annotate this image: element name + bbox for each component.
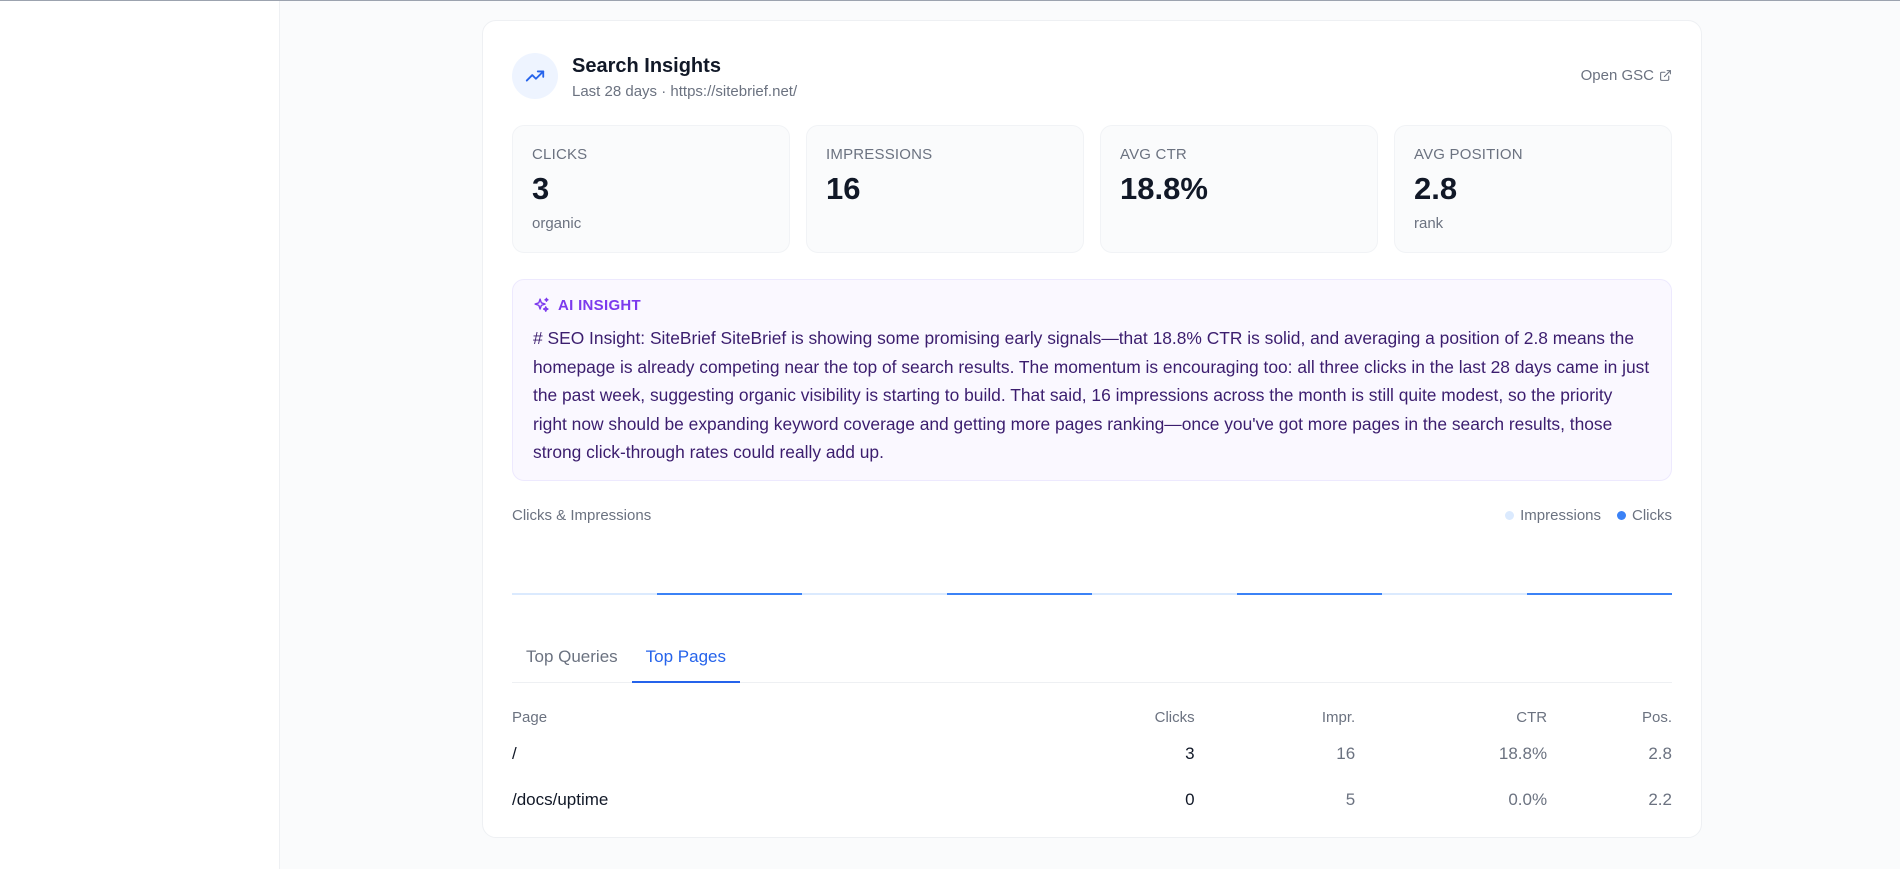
impressions-bar — [1092, 593, 1237, 595]
cell-ctr: 18.8% — [1498, 744, 1548, 763]
ai-insight-label: AI INSIGHT — [558, 297, 642, 314]
cell-page: / — [512, 744, 517, 763]
tabs-bar: Top Queries Top Pages — [512, 635, 1672, 683]
metric-label: IMPRESSIONS — [826, 146, 933, 163]
chart-title: Clicks & Impressions — [512, 507, 652, 524]
chart-legend: Impressions Clicks — [1505, 507, 1672, 524]
metric-label: AVG CTR — [1120, 146, 1187, 163]
table-header: Page Clicks Impr. CTR Pos. — [512, 703, 1672, 731]
left-sidebar — [0, 1, 280, 869]
table-row[interactable]: / 3 16 18.8% 2.8 — [512, 731, 1672, 777]
legend-item-impressions: Impressions — [1505, 507, 1601, 524]
open-gsc-label: Open GSC — [1580, 67, 1654, 84]
ai-insight-panel: AI INSIGHT # SEO Insight: SiteBrief Site… — [512, 279, 1672, 481]
legend-label-clicks: Clicks — [1632, 507, 1672, 524]
metric-label: CLICKS — [532, 146, 588, 163]
cell-clicks: 0 — [1185, 790, 1195, 809]
external-link-icon — [1660, 70, 1671, 81]
metric-impressions: IMPRESSIONS 16 — [806, 125, 1084, 253]
metrics-row: CLICKS 3 organic IMPRESSIONS 16 AVG CTR … — [512, 125, 1672, 253]
legend-dot-clicks — [1617, 511, 1626, 520]
legend-label-impressions: Impressions — [1520, 507, 1601, 524]
cell-impr: 5 — [1345, 790, 1356, 809]
sparkles-icon — [534, 297, 549, 312]
clicks-bar — [947, 593, 1092, 595]
clicks-bar — [657, 593, 802, 595]
metric-value: 18.8% — [1120, 171, 1208, 206]
clicks-bar — [1527, 593, 1672, 595]
metric-avg-position: AVG POSITION 2.8 rank — [1394, 125, 1672, 253]
impressions-bar — [512, 593, 657, 595]
cell-ctr: 0.0% — [1508, 790, 1548, 809]
impressions-bar — [802, 593, 947, 595]
metric-sub: rank — [1414, 215, 1444, 232]
top-pages-table: Page Clicks Impr. CTR Pos. / 3 16 18.8% … — [512, 703, 1672, 823]
col-header-impr: Impr. — [1321, 708, 1356, 726]
cell-impr: 16 — [1336, 744, 1356, 763]
chart-plot — [512, 593, 1672, 595]
metric-value: 2.8 — [1414, 171, 1458, 206]
clicks-bar — [1237, 593, 1382, 595]
cell-pos: 2.2 — [1648, 790, 1672, 809]
table-row[interactable]: /docs/uptime 0 5 0.0% 2.2 — [512, 777, 1672, 823]
ai-insight-header: AI INSIGHT — [533, 297, 1651, 314]
card-header: Search Insights Last 28 days · https://s… — [512, 53, 1672, 103]
legend-dot-impressions — [1505, 511, 1515, 520]
metric-avg-ctr: AVG CTR 18.8% — [1100, 125, 1378, 253]
metric-value: 3 — [532, 171, 550, 206]
open-gsc-link[interactable]: Open GSC — [1581, 67, 1672, 84]
cell-pos: 2.8 — [1648, 744, 1672, 763]
metric-clicks: CLICKS 3 organic — [512, 125, 790, 253]
col-header-ctr: CTR — [1516, 708, 1548, 726]
col-header-pos: Pos. — [1641, 708, 1672, 726]
cell-page: /docs/uptime — [512, 790, 609, 809]
clicks-impressions-chart: Clicks & Impressions Impressions Clicks — [512, 507, 1672, 611]
tab-top-pages[interactable]: Top Pages — [631, 635, 741, 683]
col-header-page: Page — [512, 708, 548, 726]
search-insights-card: Search Insights Last 28 days · https://s… — [482, 20, 1702, 838]
tab-top-queries[interactable]: Top Queries — [512, 635, 632, 683]
cell-clicks: 3 — [1185, 744, 1195, 763]
card-subtitle: Last 28 days · https://sitebrief.net/ — [572, 83, 798, 100]
metric-sub: organic — [532, 215, 582, 232]
card-title: Search Insights — [572, 55, 721, 77]
col-header-clicks: Clicks — [1154, 708, 1195, 726]
ai-insight-text: # SEO Insight: SiteBrief SiteBrief is sh… — [533, 328, 1650, 462]
legend-item-clicks: Clicks — [1617, 507, 1672, 524]
metric-value: 16 — [826, 171, 861, 206]
impressions-bar — [1382, 593, 1527, 595]
trending-up-icon — [512, 53, 558, 99]
metric-label: AVG POSITION — [1414, 146, 1523, 163]
